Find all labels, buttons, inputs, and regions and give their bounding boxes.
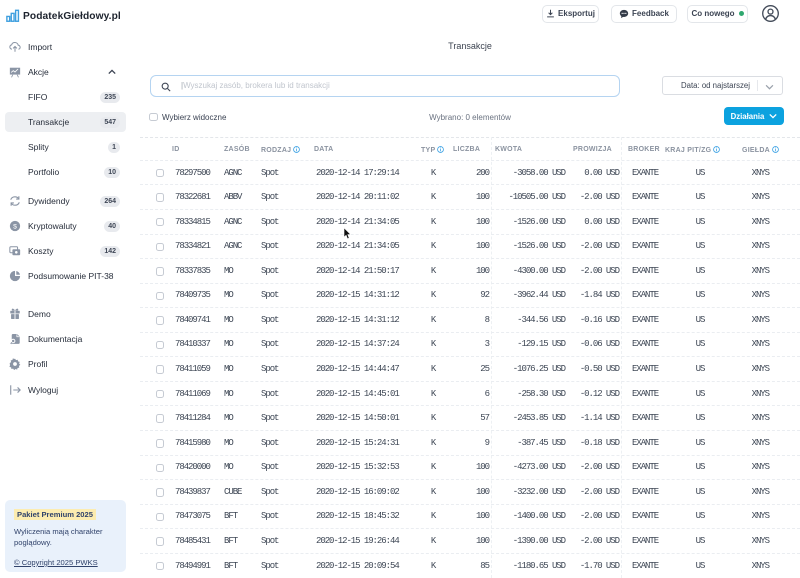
svg-text:$: $	[13, 224, 17, 231]
